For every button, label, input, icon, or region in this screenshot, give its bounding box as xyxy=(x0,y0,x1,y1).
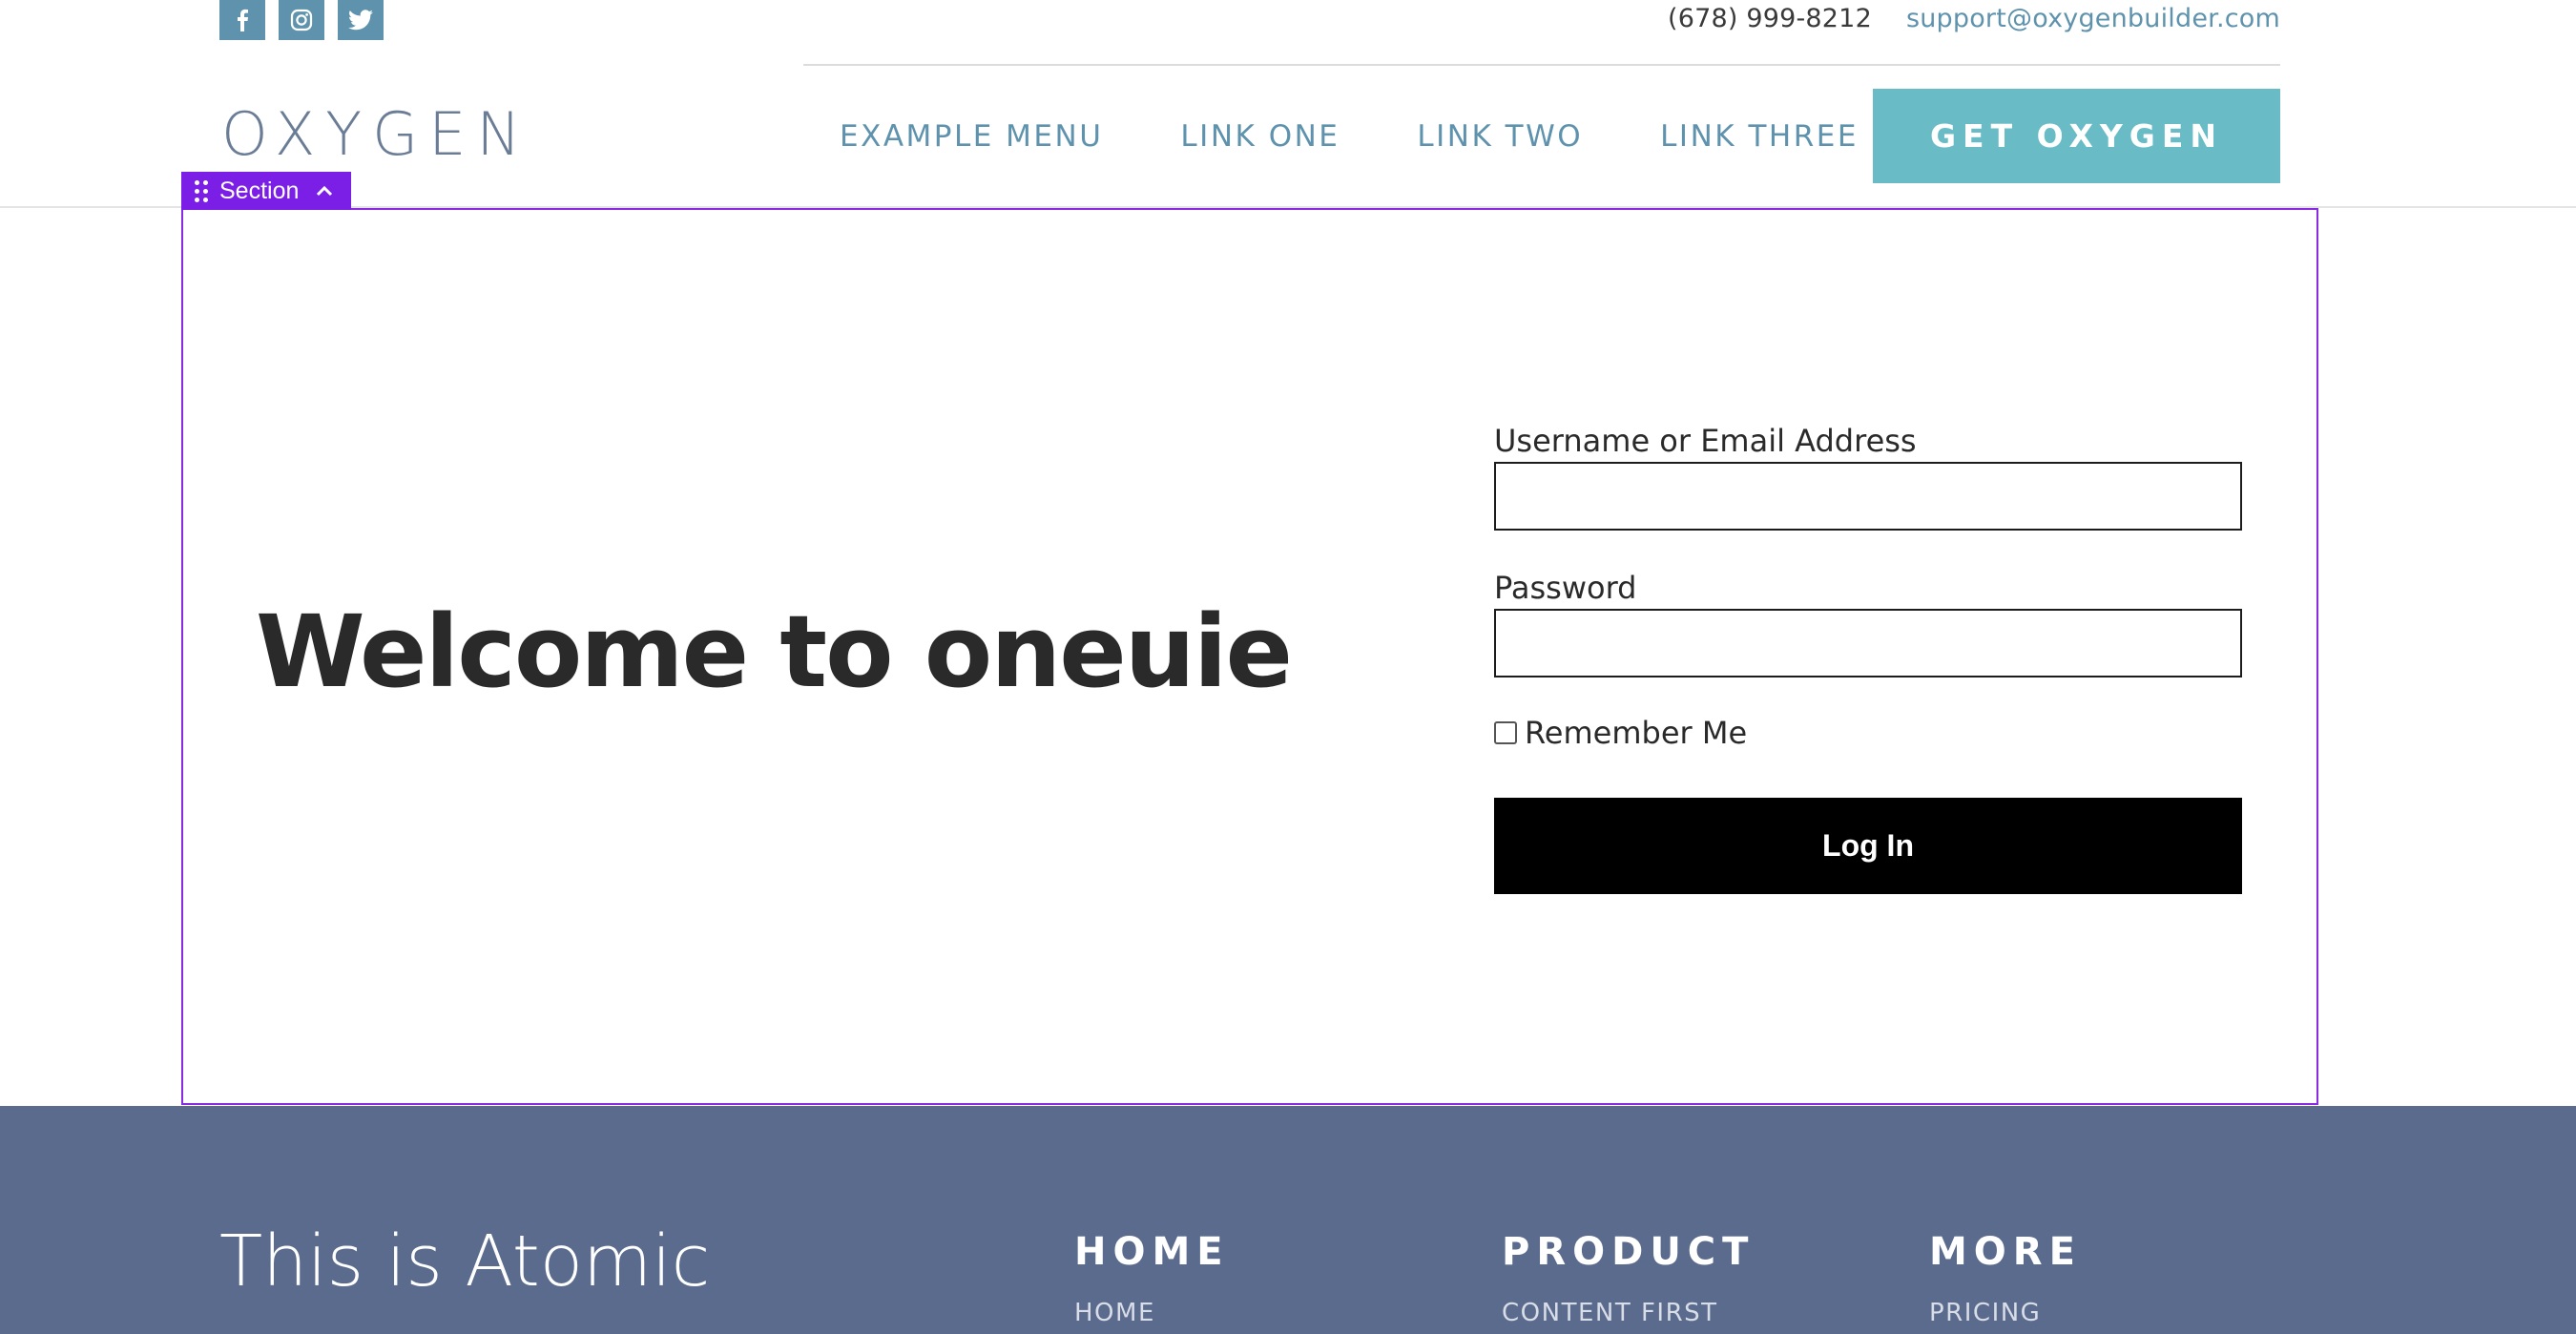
top-divider xyxy=(803,64,2280,66)
facebook-icon xyxy=(238,9,248,31)
password-input[interactable] xyxy=(1494,609,2242,677)
remember-me-checkbox[interactable] xyxy=(1494,721,1517,744)
facebook-button[interactable] xyxy=(219,0,265,40)
drag-handle-icon[interactable] xyxy=(195,179,208,202)
nav-link-two[interactable]: LINK TWO xyxy=(1417,119,1583,154)
footer-heading-more: MORE xyxy=(1929,1230,2082,1274)
instagram-button[interactable] xyxy=(279,0,324,40)
username-label: Username or Email Address xyxy=(1494,423,1917,459)
username-input[interactable] xyxy=(1494,462,2242,531)
footer-column-more: MORE PRICING xyxy=(1929,1230,2082,1327)
footer-brand: This is Atomic xyxy=(219,1220,711,1303)
get-oxygen-button[interactable]: GET OXYGEN xyxy=(1873,89,2280,183)
footer-column-product: PRODUCT CONTENT FIRST xyxy=(1502,1230,1755,1327)
password-label: Password xyxy=(1494,570,1637,606)
welcome-heading: Welcome to oneuie xyxy=(256,594,1293,710)
remember-me-label[interactable]: Remember Me xyxy=(1525,715,1747,751)
social-links xyxy=(219,0,384,40)
email-link[interactable]: support@oxygenbuilder.com xyxy=(1906,4,2280,33)
site-logo[interactable]: OXYGEN xyxy=(221,99,531,169)
login-button[interactable]: Log In xyxy=(1494,798,2242,894)
footer-heading-product: PRODUCT xyxy=(1502,1230,1755,1274)
footer-column-home: HOME HOME xyxy=(1074,1230,1230,1327)
nav-link-one[interactable]: LINK ONE xyxy=(1180,119,1340,154)
remember-me-row: Remember Me xyxy=(1494,714,2242,752)
twitter-button[interactable] xyxy=(338,0,384,40)
footer-link-pricing[interactable]: PRICING xyxy=(1929,1299,2082,1327)
site-footer: This is Atomic HOME HOME PRODUCT CONTENT… xyxy=(0,1106,2576,1334)
phone-number: (678) 999-8212 xyxy=(1667,3,1872,33)
footer-link-home[interactable]: HOME xyxy=(1074,1299,1230,1327)
section-selector-tab[interactable]: Section xyxy=(181,172,351,210)
nav-link-three[interactable]: LINK THREE xyxy=(1660,119,1859,154)
login-form: Username or Email Address Password Remem… xyxy=(1494,420,2242,894)
footer-link-content-first[interactable]: CONTENT FIRST xyxy=(1502,1299,1755,1327)
footer-heading-home: HOME xyxy=(1074,1230,1230,1274)
nav-link-example-menu[interactable]: EXAMPLE MENU xyxy=(840,119,1103,154)
instagram-icon xyxy=(290,9,313,31)
section-tab-label: Section xyxy=(219,177,300,204)
contact-info: (678) 999-8212 support@oxygenbuilder.com xyxy=(1668,0,2280,36)
chevron-up-icon[interactable] xyxy=(316,185,333,197)
main-navigation: EXAMPLE MENU LINK ONE LINK TWO LINK THRE… xyxy=(840,113,1859,160)
twitter-icon xyxy=(348,10,373,31)
